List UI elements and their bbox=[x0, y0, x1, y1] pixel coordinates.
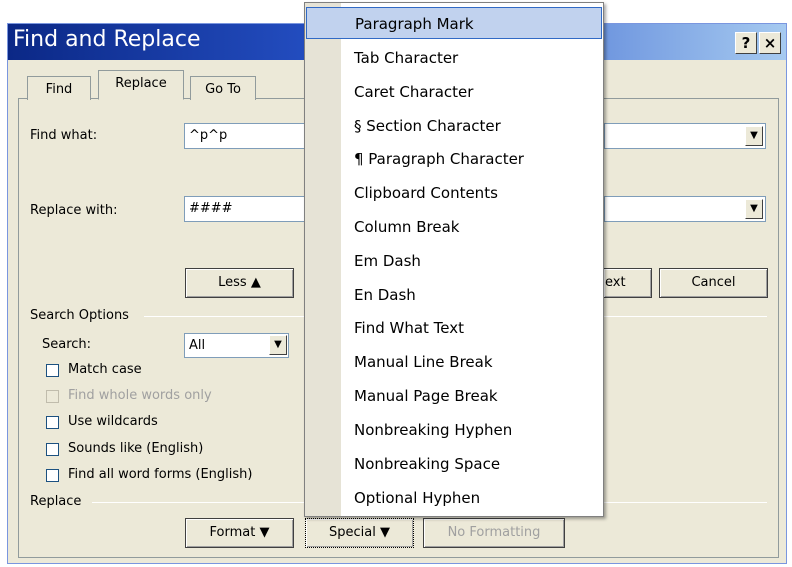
replace-history-dropdown-button[interactable]: ▼ bbox=[745, 199, 763, 219]
whole-words-checkbox bbox=[46, 390, 59, 403]
less-button[interactable]: Less ▲ bbox=[185, 268, 294, 298]
search-direction-label: Search: bbox=[42, 337, 92, 352]
menu-item-find-what-text[interactable]: Find What Text bbox=[341, 312, 603, 344]
divider bbox=[144, 316, 304, 317]
replace-with-input-right[interactable] bbox=[604, 196, 766, 222]
chevron-down-icon: ▼ bbox=[750, 130, 758, 141]
dialog-title: Find and Replace bbox=[13, 27, 201, 52]
menu-item-nonbreaking-hyphen[interactable]: Nonbreaking Hyphen bbox=[341, 414, 603, 446]
word-forms-checkbox[interactable] bbox=[46, 469, 59, 482]
replace-with-input[interactable]: #### bbox=[184, 196, 305, 222]
menu-item-optional-hyphen[interactable]: Optional Hyphen bbox=[341, 482, 603, 514]
menu-item-nonbreaking-space[interactable]: Nonbreaking Space bbox=[341, 448, 603, 480]
sounds-like-label: Sounds like (English) bbox=[68, 441, 204, 456]
find-what-input-right[interactable] bbox=[604, 123, 766, 149]
tab-replace[interactable]: Replace bbox=[98, 70, 184, 100]
menu-item-caret-character[interactable]: Caret Character bbox=[341, 76, 603, 108]
no-formatting-button: No Formatting bbox=[423, 518, 565, 548]
use-wildcards-checkbox[interactable] bbox=[46, 416, 59, 429]
divider bbox=[604, 502, 767, 503]
sounds-like-checkbox[interactable] bbox=[46, 443, 59, 456]
find-what-label: Find what: bbox=[30, 128, 98, 143]
replace-with-label: Replace with: bbox=[30, 203, 118, 218]
menu-item-column-break[interactable]: Column Break bbox=[341, 211, 603, 243]
chevron-down-icon: ▼ bbox=[274, 339, 282, 350]
cancel-button[interactable]: Cancel bbox=[659, 268, 768, 298]
divider bbox=[604, 316, 767, 317]
find-what-input[interactable]: ^p^p bbox=[184, 123, 305, 149]
menu-item-en-dash[interactable]: En Dash bbox=[341, 279, 603, 311]
tab-goto[interactable]: Go To bbox=[190, 76, 256, 100]
tab-find[interactable]: Find bbox=[27, 76, 91, 100]
menu-item-manual-line-break[interactable]: Manual Line Break bbox=[341, 346, 603, 378]
find-next-button[interactable]: ext bbox=[604, 268, 652, 298]
match-case-label: Match case bbox=[68, 362, 142, 377]
whole-words-label: Find whole words only bbox=[68, 388, 212, 403]
format-button[interactable]: Format ▼ bbox=[185, 518, 294, 548]
menu-item-section-character[interactable]: § Section Character bbox=[341, 110, 603, 142]
menu-item-paragraph-character[interactable]: ¶ Paragraph Character bbox=[341, 143, 603, 175]
find-history-dropdown-button[interactable]: ▼ bbox=[745, 126, 763, 146]
menu-gutter bbox=[305, 3, 341, 516]
menu-item-em-dash[interactable]: Em Dash bbox=[341, 245, 603, 277]
menu-item-tab-character[interactable]: Tab Character bbox=[341, 42, 603, 74]
use-wildcards-label: Use wildcards bbox=[68, 414, 158, 429]
chevron-down-icon: ▼ bbox=[750, 203, 758, 214]
special-button[interactable]: Special ▼ bbox=[305, 518, 414, 548]
word-forms-label: Find all word forms (English) bbox=[68, 467, 253, 482]
close-button[interactable]: × bbox=[759, 32, 781, 54]
menu-item-manual-page-break[interactable]: Manual Page Break bbox=[341, 380, 603, 412]
search-options-header: Search Options bbox=[30, 308, 129, 323]
divider bbox=[92, 502, 304, 503]
menu-item-clipboard-contents[interactable]: Clipboard Contents bbox=[341, 177, 603, 209]
match-case-checkbox[interactable] bbox=[46, 364, 59, 377]
replace-section-header: Replace bbox=[30, 494, 82, 509]
menu-item-paragraph-mark[interactable]: Paragraph Mark bbox=[306, 7, 602, 39]
search-direction-dropdown-button[interactable]: ▼ bbox=[269, 335, 287, 355]
help-button[interactable]: ? bbox=[735, 32, 757, 54]
